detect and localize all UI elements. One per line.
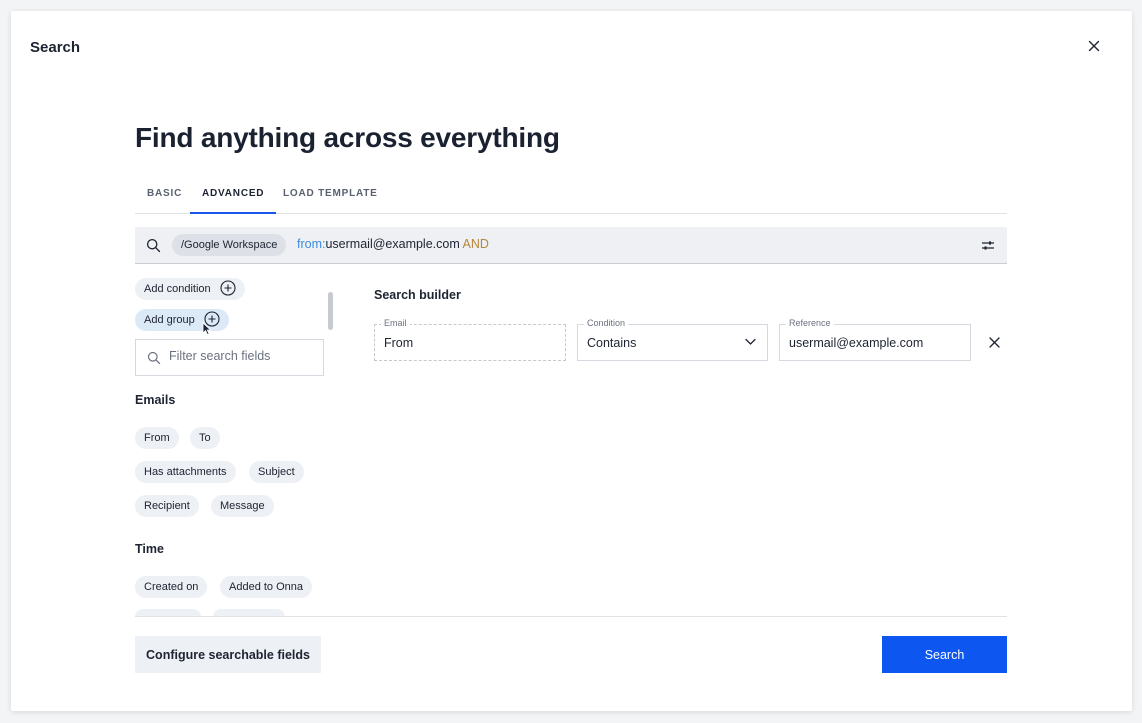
filter-search-fields[interactable] [135, 339, 324, 376]
reference-field[interactable]: Reference usermail@example.com [779, 318, 971, 361]
search-icon [147, 351, 161, 365]
close-button[interactable] [1085, 37, 1103, 55]
footer-divider [135, 616, 1007, 617]
source-chip[interactable]: /Google Workspace [172, 234, 287, 256]
query-field: from: [297, 237, 326, 251]
reference-field-value: usermail@example.com [789, 336, 924, 350]
configure-searchable-fields-button[interactable]: Configure searchable fields [135, 636, 321, 673]
field-chip-added-to-onna[interactable]: Added to Onna [220, 576, 313, 598]
add-condition-button[interactable]: Add condition [135, 278, 245, 300]
search-query-bar[interactable]: /Google Workspace from:usermail@example.… [135, 227, 1007, 264]
condition-select-label: Condition [584, 318, 629, 328]
search-button[interactable]: Search [882, 636, 1007, 673]
email-field-label: Email [381, 318, 410, 328]
search-builder-title: Search builder [374, 288, 461, 302]
field-chip-message[interactable]: Message [211, 495, 274, 517]
query-value: usermail@example.com [325, 237, 460, 251]
add-group-button[interactable]: Add group [135, 309, 229, 331]
field-chip-subject[interactable]: Subject [249, 461, 304, 483]
filter-search-input[interactable] [169, 349, 319, 363]
email-field-value: From [384, 336, 414, 350]
remove-condition-button[interactable] [988, 336, 1001, 349]
search-icon [146, 238, 161, 253]
search-modal: Search Find anything across everything B… [11, 11, 1132, 711]
add-condition-label: Add condition [144, 283, 211, 295]
tab-advanced[interactable]: ADVANCED [190, 188, 277, 214]
query-text[interactable]: from:usermail@example.com AND [297, 237, 489, 251]
modal-title: Search [30, 39, 81, 56]
mouse-pointer-icon [202, 322, 212, 336]
close-icon [989, 337, 1000, 348]
tab-load-template[interactable]: LOAD TEMPLATE [283, 188, 378, 214]
condition-select[interactable]: Condition Contains [577, 318, 768, 361]
add-group-label: Add group [144, 314, 195, 326]
page-headline: Find anything across everything [135, 122, 560, 153]
email-field[interactable]: Email From [374, 318, 566, 361]
sidebar-scrollbar[interactable] [328, 292, 333, 330]
field-chip-to[interactable]: To [190, 427, 220, 449]
plus-circle-icon [220, 280, 236, 296]
section-title-time: Time [135, 542, 164, 556]
field-chip-recipient[interactable]: Recipient [135, 495, 199, 517]
field-chip-from[interactable]: From [135, 427, 179, 449]
section-title-emails: Emails [135, 393, 176, 407]
chevron-down-icon [745, 338, 756, 345]
field-chip-created-on[interactable]: Created on [135, 576, 208, 598]
settings-sliders-icon[interactable] [981, 240, 995, 251]
tab-basic[interactable]: BASIC [147, 188, 182, 214]
field-chip-has-attachments[interactable]: Has attachments [135, 461, 236, 483]
search-tabs: BASIC ADVANCED LOAD TEMPLATE [135, 183, 1007, 214]
condition-select-value: Contains [587, 336, 637, 350]
close-icon [1088, 40, 1100, 52]
reference-field-label: Reference [786, 318, 834, 328]
query-operator: AND [462, 237, 489, 251]
